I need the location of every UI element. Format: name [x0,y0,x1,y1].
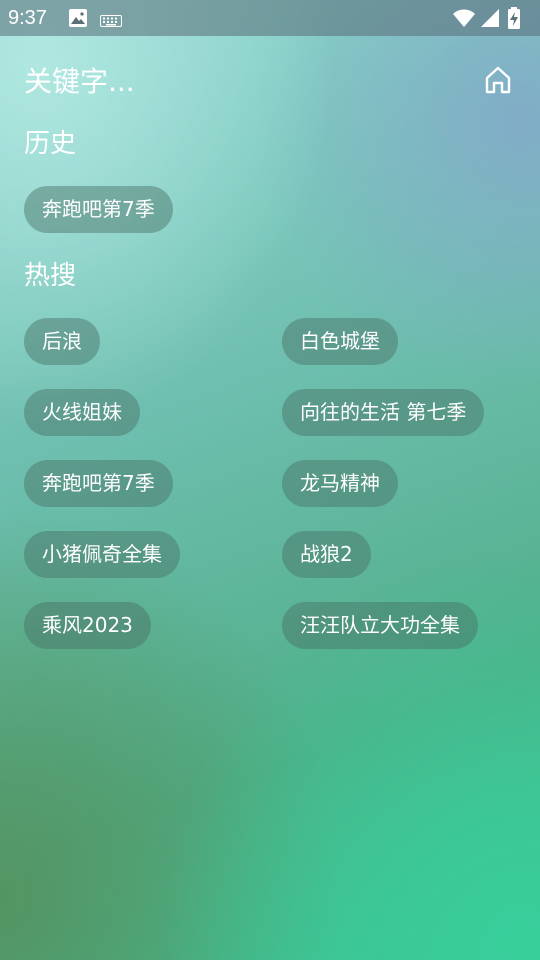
hot-search-title: 热搜 [24,261,77,291]
hot-search-chip[interactable]: 奔跑吧第7季 [24,460,173,507]
battery-charging-icon [508,7,520,29]
home-button[interactable] [480,62,516,98]
hot-search-chip[interactable]: 汪汪队立大功全集 [282,602,478,649]
hot-search-chip[interactable]: 向往的生活 第七季 [282,389,485,436]
image-icon [68,8,88,32]
wifi-icon [453,9,475,27]
status-bar: 9:37 [0,0,540,36]
signal-icon [481,9,499,27]
home-icon [485,66,511,94]
status-icons [452,7,532,29]
history-title: 历史 [24,129,77,159]
hot-search-chip[interactable]: 乘风2023 [24,602,151,649]
search-keyword-input[interactable]: 关键字... [24,64,135,100]
hot-search-chip[interactable]: 后浪 [24,318,100,365]
hot-search-chip[interactable]: 战狼2 [282,531,371,578]
status-time: 9:37 [8,7,47,29]
history-chip[interactable]: 奔跑吧第7季 [24,186,173,233]
hot-search-chip[interactable]: 龙马精神 [282,460,398,507]
keyboard-icon [100,12,122,31]
hot-search-chip[interactable]: 火线姐妹 [24,389,140,436]
hot-search-chip[interactable]: 小猪佩奇全集 [24,531,180,578]
hot-search-chip[interactable]: 白色城堡 [282,318,398,365]
